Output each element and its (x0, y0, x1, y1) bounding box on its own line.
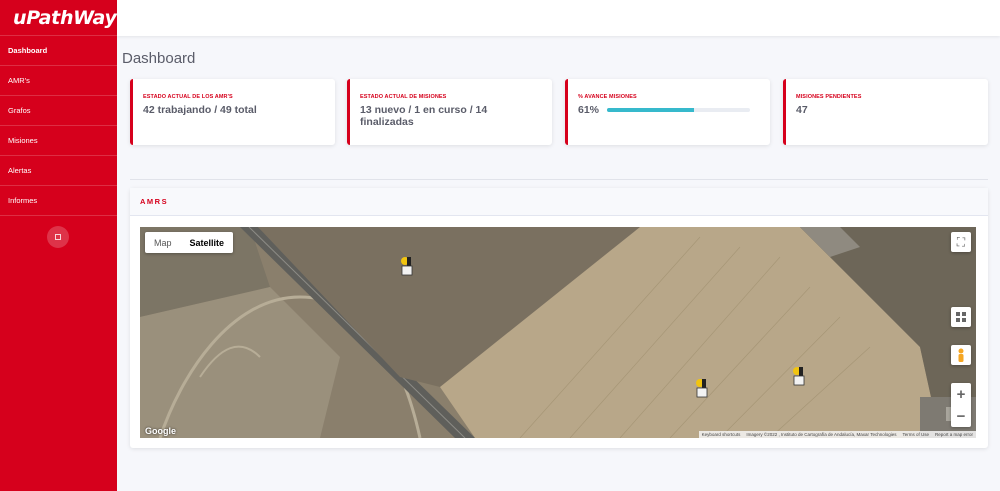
card-amrs-status: ESTADO ACTUAL DE LOS AMR'S 42 trabajando… (130, 79, 335, 145)
amr-marker[interactable] (400, 255, 416, 277)
card-label: ESTADO ACTUAL DE MISIONES (360, 94, 447, 100)
card-missions-status: ESTADO ACTUAL DE MISIONES 13 nuevo / 1 e… (347, 79, 552, 145)
amr-marker[interactable] (695, 377, 711, 399)
card-pending-missions: MISIONES PENDIENTES 47 (783, 79, 988, 145)
sidebar-item-informes[interactable]: Informes (0, 186, 117, 216)
card-missions-progress: % AVANCE MISIONES 61% (565, 79, 770, 145)
topbar (117, 0, 1000, 36)
sidebar-item-dashboard[interactable]: Dashboard (0, 36, 117, 66)
imagery-credit: Imagery ©2022 , Instituto de Cartografía… (746, 432, 897, 437)
map-type-satellite-button[interactable]: Satellite (181, 232, 234, 253)
page-title: Dashboard (122, 50, 196, 67)
card-value: 42 trabajando / 49 total (143, 104, 257, 116)
panel-title: AMRS (140, 197, 169, 206)
grid-icon (956, 312, 966, 322)
sidebar-item-grafos[interactable]: Grafos (0, 96, 117, 126)
map-type-map-button[interactable]: Map (145, 232, 181, 253)
map-layers-button[interactable] (951, 307, 971, 327)
google-logo: Google (145, 426, 176, 436)
brand-name: uPathWay (13, 6, 117, 29)
sidebar-toggle-button[interactable] (47, 226, 69, 248)
fullscreen-icon: ⛶ (956, 234, 966, 249)
card-label: ESTADO ACTUAL DE LOS AMR'S (143, 94, 233, 100)
fullscreen-button[interactable]: ⛶ (951, 232, 971, 252)
map-type-control: Map Satellite (145, 232, 234, 253)
keyboard-shortcuts-link[interactable]: Keyboard shortcuts (699, 432, 744, 437)
card-value: 61% (578, 104, 600, 116)
terms-link[interactable]: Terms of Use (899, 432, 932, 437)
zoom-in-button[interactable]: + (951, 383, 971, 405)
card-label: MISIONES PENDIENTES (796, 94, 862, 100)
pegman-icon (958, 348, 964, 362)
sidebar-item-alertas[interactable]: Alertas (0, 156, 117, 186)
divider (130, 179, 988, 180)
card-value: 47 (796, 104, 808, 116)
sidebar-item-misiones[interactable]: Misiones (0, 126, 117, 156)
card-label: % AVANCE MISIONES (578, 94, 637, 100)
sidebar: uPathWay Dashboard AMR's Grafos Misiones… (0, 0, 117, 491)
street-view-pegman-button[interactable] (951, 345, 971, 365)
report-error-link[interactable]: Report a map error (932, 432, 976, 437)
zoom-out-button[interactable]: − (951, 405, 971, 427)
collapse-icon (55, 234, 61, 240)
map-imagery (140, 227, 976, 438)
panel-header: AMRS (130, 188, 988, 216)
progress-bar (607, 108, 751, 112)
map-attribution: Keyboard shortcuts Imagery ©2022 , Insti… (698, 431, 976, 438)
brand-logo[interactable]: uPathWay (0, 0, 117, 36)
card-value: 13 nuevo / 1 en curso / 14 finalizadas (360, 104, 488, 128)
satellite-map[interactable]: Map Satellite ⛶ + − Google Keyboard shor… (140, 227, 976, 438)
progress-bar-fill (607, 108, 695, 112)
amr-marker[interactable] (792, 365, 808, 387)
sidebar-item-amrs[interactable]: AMR's (0, 66, 117, 96)
zoom-control: + − (951, 383, 971, 427)
